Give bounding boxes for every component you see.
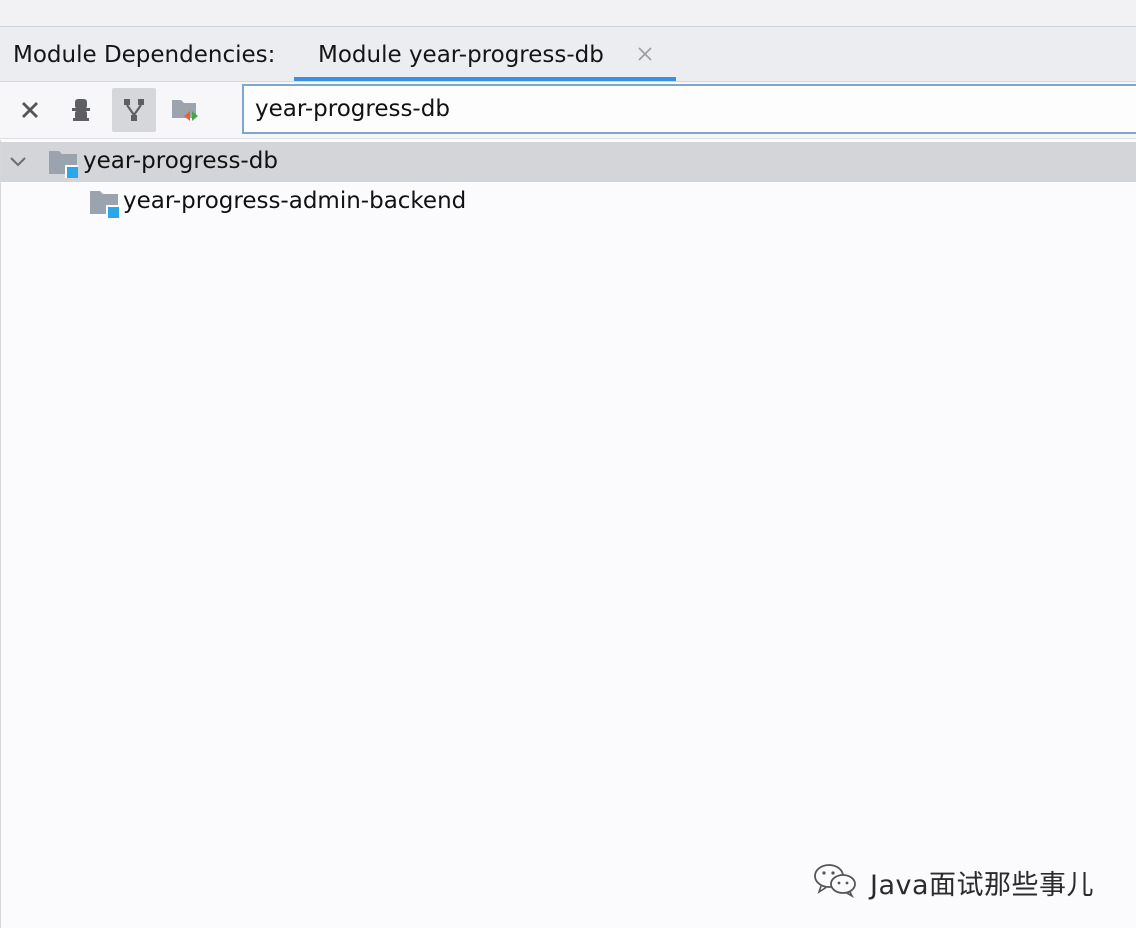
- search-input[interactable]: year-progress-db: [242, 84, 1136, 134]
- dependency-tree: year-progress-db year-progress-admin-bac…: [0, 140, 1136, 928]
- tab-close-icon[interactable]: [636, 45, 654, 63]
- tree-row-child[interactable]: year-progress-admin-backend: [1, 182, 1136, 222]
- close-icon: [22, 102, 38, 118]
- person-icon: [72, 99, 90, 121]
- module-folder-icon: [49, 151, 78, 178]
- search-value: year-progress-db: [255, 96, 450, 122]
- top-strip: [0, 0, 1136, 27]
- wechat-icon: [814, 864, 856, 898]
- watermark-text: Java面试那些事儿: [870, 870, 1095, 901]
- watermark: Java面试那些事儿: [812, 862, 1112, 901]
- tab-module-year-progress-db[interactable]: Module year-progress-db: [294, 27, 676, 81]
- chevron-down-icon[interactable]: [8, 154, 28, 170]
- module-folder-arrows-icon: [172, 100, 198, 121]
- active-tab-indicator: [294, 77, 676, 81]
- dependency-graph-icon: [124, 99, 144, 121]
- dependency-graph-button[interactable]: [112, 88, 156, 132]
- tree-item-label: year-progress-admin-backend: [123, 188, 467, 214]
- person-filter-button[interactable]: [59, 88, 103, 132]
- toolbar: year-progress-db: [0, 82, 1136, 139]
- close-button[interactable]: [8, 88, 52, 132]
- tree-row-root[interactable]: year-progress-db: [1, 142, 1136, 182]
- tab-label: Module year-progress-db: [318, 42, 604, 68]
- tree-item-label: year-progress-db: [83, 148, 278, 174]
- module-dependencies-button[interactable]: [164, 88, 208, 132]
- tab-bar: Module Dependencies: Module year-progres…: [0, 27, 1136, 82]
- tool-window-title: Module Dependencies:: [13, 42, 276, 68]
- module-folder-icon: [90, 191, 119, 218]
